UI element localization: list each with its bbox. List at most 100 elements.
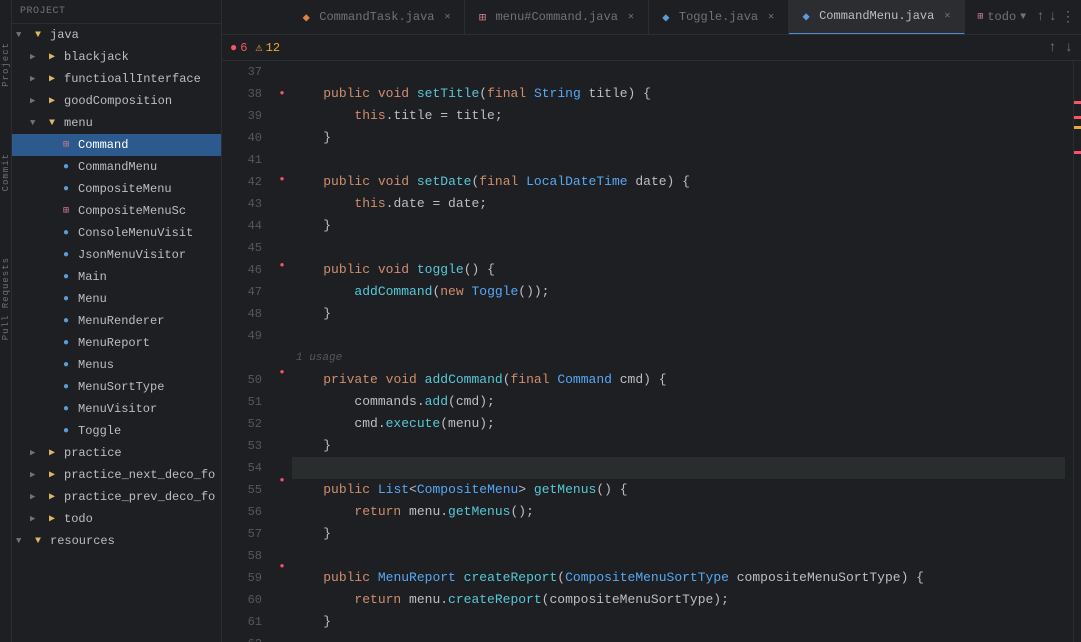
code-line-50: private void addCommand(final Command cm… xyxy=(292,369,1065,391)
sidebar-item-resources[interactable]: ▼▼resources xyxy=(12,530,221,552)
sidebar-item-MenuReport[interactable]: ●MenuReport xyxy=(12,332,221,354)
sidebar-tree: ▼▼java▶▶blackjack▶▶functioallInterface▶▶… xyxy=(12,24,221,642)
sidebar-item-CommandMenu[interactable]: ● CommandMenu xyxy=(12,156,221,178)
line-number-40: 40 xyxy=(222,127,262,149)
code-content[interactable]: public void setTitle(final String title)… xyxy=(292,61,1073,642)
code-line-51: commands.add(cmd); xyxy=(292,391,1065,413)
tab-menuCommand[interactable]: ⊞menu#Command.java✕ xyxy=(465,0,648,35)
tab-close-CommandMenu[interactable]: ✕ xyxy=(940,9,954,23)
sidebar-item-CompositeMenu[interactable]: ●CompositeMenu xyxy=(12,178,221,200)
sidebar-item-blackjack[interactable]: ▶▶blackjack xyxy=(12,46,221,68)
gutter-cell-47[interactable] xyxy=(272,276,292,298)
gutter-cell-43[interactable] xyxy=(272,190,292,212)
warning-count: 12 xyxy=(266,41,280,55)
tree-label-Toggle: Toggle xyxy=(78,424,121,438)
gutter-cell-61[interactable] xyxy=(272,599,292,621)
gutter-cell-40[interactable] xyxy=(272,126,292,148)
error-nav-down[interactable]: ↓ xyxy=(1065,40,1073,56)
scroll-up-icon[interactable]: ↑ xyxy=(1036,9,1044,25)
gutter-cell-42[interactable]: ● xyxy=(272,169,292,191)
sidebar-item-MenuSortType[interactable]: ●MenuSortType xyxy=(12,376,221,398)
sidebar-item-practice[interactable]: ▶▶practice xyxy=(12,442,221,464)
tab-close-Toggle[interactable]: ✕ xyxy=(764,10,778,24)
tab-close-menuCommand[interactable]: ✕ xyxy=(624,10,638,24)
sidebar-item-MenuVisitor[interactable]: ●MenuVisitor xyxy=(12,398,221,420)
error-nav-up[interactable]: ↑ xyxy=(1048,40,1056,56)
more-tabs-icon[interactable]: ⋮ xyxy=(1061,9,1075,26)
tab-icon-CommandTask: ◆ xyxy=(299,10,313,24)
tab-close-CommandTask[interactable]: ✕ xyxy=(440,10,454,24)
tab-CommandTask[interactable]: ◆CommandTask.java✕ xyxy=(289,0,465,35)
tree-label-MenuRenderer: MenuRenderer xyxy=(78,314,164,328)
gutter-cell-60[interactable] xyxy=(272,577,292,599)
gutter-cell-50[interactable]: ● xyxy=(272,362,292,384)
tree-icon-CommandMenu: ● xyxy=(58,159,74,175)
sidebar-item-ConsoleMenuVisit[interactable]: ●ConsoleMenuVisit xyxy=(12,222,221,244)
sidebar-item-practice_next_deco_fo[interactable]: ▶▶practice_next_deco_fo xyxy=(12,464,221,486)
line-number-51: 51 xyxy=(222,391,262,413)
gutter-cell-51[interactable] xyxy=(272,384,292,406)
sidebar-item-menu[interactable]: ▼▼menu xyxy=(12,112,221,134)
sidebar-title: Project xyxy=(12,0,221,24)
gutter-cell-56[interactable] xyxy=(272,491,292,513)
sidebar-item-MenuRenderer[interactable]: ●MenuRenderer xyxy=(12,310,221,332)
activity-pullrequests[interactable]: Pull Requests xyxy=(0,255,12,342)
line-number-56: 56 xyxy=(222,501,262,523)
gutter-cell-59[interactable]: ● xyxy=(272,556,292,578)
gutter-cell-44[interactable] xyxy=(272,212,292,234)
gutter-cell-38[interactable]: ● xyxy=(272,83,292,105)
warning-badge[interactable]: ⚠ 12 xyxy=(255,40,280,55)
sidebar-item-Menu[interactable]: ●Menu xyxy=(12,288,221,310)
gutter-cell-62[interactable] xyxy=(272,620,292,642)
sidebar-item-functioallInterface[interactable]: ▶▶functioallInterface xyxy=(12,68,221,90)
error-badge[interactable]: ● 6 xyxy=(230,41,247,55)
gutter-cell-37[interactable] xyxy=(272,61,292,83)
tab-Toggle[interactable]: ◆Toggle.java✕ xyxy=(649,0,789,35)
line-number-54: 54 xyxy=(222,457,262,479)
tree-label-MenuReport: MenuReport xyxy=(78,336,150,350)
tree-label-CommandMenu: CommandMenu xyxy=(78,160,157,174)
sidebar-item-goodComposition[interactable]: ▶▶goodComposition xyxy=(12,90,221,112)
line-number-47: 47 xyxy=(222,281,262,303)
todo-tab[interactable]: ⊞ todo ▼ xyxy=(971,10,1032,24)
sidebar-item-Toggle[interactable]: ●Toggle xyxy=(12,420,221,442)
gutter-cell-58[interactable] xyxy=(272,534,292,556)
tree-label-practice: practice xyxy=(64,446,122,460)
gutter-cell-55[interactable]: ● xyxy=(272,470,292,492)
gutter-cell-57[interactable] xyxy=(272,513,292,535)
gutter-cell-46[interactable]: ● xyxy=(272,255,292,277)
sidebar-item-practice_prev_deco_fo[interactable]: ▶▶practice_prev_deco_fo xyxy=(12,486,221,508)
code-line-56: return menu.getMenus(); xyxy=(292,501,1065,523)
gutter-cell-45[interactable] xyxy=(272,233,292,255)
gutter-cell-54[interactable] xyxy=(272,448,292,470)
tree-icon-MenuSortType: ● xyxy=(58,379,74,395)
tree-label-CompositeMenuSc: CompositeMenuSc xyxy=(78,204,186,218)
tree-icon-practice_prev_deco_fo: ▶ xyxy=(44,489,60,505)
sidebar-item-JsonMenuVisitor[interactable]: ●JsonMenuVisitor xyxy=(12,244,221,266)
sidebar-item-Command[interactable]: ⊞Command xyxy=(12,134,221,156)
code-line-42: public void setDate(final LocalDateTime … xyxy=(292,171,1065,193)
sidebar-item-todo[interactable]: ▶▶todo xyxy=(12,508,221,530)
gutter-cell-48[interactable] xyxy=(272,298,292,320)
sidebar: Project ▼▼java▶▶blackjack▶▶functioallInt… xyxy=(12,0,222,642)
code-line-47: addCommand(new Toggle()); xyxy=(292,281,1065,303)
code-line-52: cmd.execute(menu); xyxy=(292,413,1065,435)
code-line-38: public void setTitle(final String title)… xyxy=(292,83,1065,105)
sidebar-item-Main[interactable]: ●Main xyxy=(12,266,221,288)
sidebar-item-CompositeMenuSc[interactable]: ⊞CompositeMenuSc xyxy=(12,200,221,222)
gutter-cell-49[interactable] xyxy=(272,319,292,341)
todo-dropdown-icon[interactable]: ▼ xyxy=(1020,12,1026,23)
code-line-39: this.title = title; xyxy=(292,105,1065,127)
tab-CommandMenu[interactable]: ◆CommandMenu.java✕ xyxy=(789,0,965,35)
gutter-cell-39[interactable] xyxy=(272,104,292,126)
gutter-cell-52[interactable] xyxy=(272,405,292,427)
sidebar-item-java[interactable]: ▼▼java xyxy=(12,24,221,46)
scroll-down-icon[interactable]: ↓ xyxy=(1049,9,1057,25)
activity-commit[interactable]: Commit xyxy=(0,151,12,193)
activity-project[interactable]: Project xyxy=(0,40,12,89)
gutter-cell-53[interactable] xyxy=(272,427,292,449)
gutter-cell-41[interactable] xyxy=(272,147,292,169)
line-number-48: 48 xyxy=(222,303,262,325)
code-line-57: } xyxy=(292,523,1065,545)
sidebar-item-Menus[interactable]: ●Menus xyxy=(12,354,221,376)
